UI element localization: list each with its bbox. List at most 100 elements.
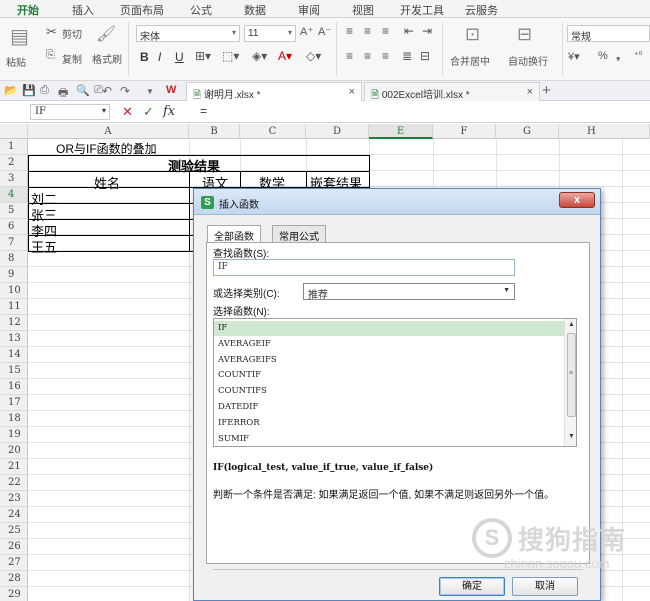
clear-format-icon[interactable]: ◇▾ bbox=[306, 49, 321, 63]
function-list-item[interactable]: IF bbox=[214, 321, 564, 336]
scrollbar-thumb[interactable]: ≡ bbox=[567, 333, 576, 417]
row-header[interactable]: 1 bbox=[0, 139, 28, 155]
justify-icon[interactable]: ≣ bbox=[402, 49, 412, 63]
bold-button[interactable]: B bbox=[140, 50, 149, 64]
function-list-item[interactable]: SUMIF bbox=[214, 432, 564, 446]
tab-developer[interactable]: 开发工具 bbox=[400, 2, 444, 18]
close-button[interactable]: x bbox=[559, 192, 595, 208]
new-tab-icon[interactable]: + bbox=[542, 82, 551, 99]
row-header[interactable]: 29 bbox=[0, 587, 28, 601]
column-header-c[interactable]: C bbox=[240, 124, 306, 139]
close-icon[interactable]: × bbox=[527, 86, 533, 98]
cancel-formula-icon[interactable]: ✕ bbox=[122, 104, 133, 120]
increase-decimal-icon[interactable]: ⁺⁰ bbox=[634, 50, 642, 61]
column-header-f[interactable]: F bbox=[433, 124, 496, 139]
row-header[interactable]: 26 bbox=[0, 539, 28, 555]
copy-icon[interactable]: ⎘ bbox=[46, 49, 55, 62]
merge-center-icon[interactable]: ⊡ bbox=[465, 24, 480, 45]
distributed-icon[interactable]: ⊟ bbox=[420, 49, 430, 63]
function-list-scrollbar[interactable]: ▲ ≡ ▼ bbox=[564, 319, 576, 446]
row-header[interactable]: 9 bbox=[0, 267, 28, 283]
row-header[interactable]: 4 bbox=[0, 187, 28, 203]
row-header[interactable]: 7 bbox=[0, 235, 28, 251]
tab-insert[interactable]: 插入 bbox=[72, 2, 94, 18]
print-preview-icon[interactable]: ⎙ bbox=[40, 84, 49, 97]
align-center-icon[interactable]: ≡ bbox=[364, 49, 371, 63]
font-name-select[interactable]: 宋体 ▾ bbox=[136, 25, 240, 43]
file-tab[interactable]: 🗎 002Excel培训.xlsx * × bbox=[364, 82, 540, 101]
save-icon[interactable]: 💾 bbox=[22, 84, 36, 97]
tab-all-functions[interactable]: 全部函数 bbox=[207, 225, 261, 243]
row-header[interactable]: 27 bbox=[0, 555, 28, 571]
row-header[interactable]: 5 bbox=[0, 203, 28, 219]
row-header[interactable]: 19 bbox=[0, 427, 28, 443]
cut-icon[interactable]: ✂ bbox=[46, 24, 57, 40]
column-header-e[interactable]: E bbox=[369, 124, 433, 139]
row-header[interactable]: 20 bbox=[0, 443, 28, 459]
italic-button[interactable]: I bbox=[158, 50, 161, 64]
select-all-corner[interactable] bbox=[0, 124, 28, 139]
underline-button[interactable]: U bbox=[175, 50, 184, 64]
row-header[interactable]: 3 bbox=[0, 171, 28, 187]
merge-center-button[interactable]: 合并居中 bbox=[450, 53, 490, 68]
align-left-icon[interactable]: ≡ bbox=[346, 49, 353, 63]
currency-icon[interactable]: ¥▾ bbox=[568, 50, 580, 63]
function-list-item[interactable]: AVERAGEIF bbox=[214, 337, 564, 352]
row-header[interactable]: 14 bbox=[0, 347, 28, 363]
name-box[interactable]: IF ▾ bbox=[30, 104, 110, 120]
cell-header-name[interactable]: 姓名 bbox=[94, 173, 120, 192]
function-list[interactable]: IF AVERAGEIF AVERAGEIFS COUNTIF COUNTIFS DATE… bbox=[213, 318, 577, 447]
tab-home[interactable]: 开始 bbox=[13, 2, 43, 22]
undo-icon[interactable]: ↶ bbox=[102, 84, 112, 98]
paste-icon[interactable]: ▤ bbox=[10, 24, 29, 49]
scroll-up-icon[interactable]: ▲ bbox=[568, 321, 575, 328]
align-bottom-icon[interactable]: ≡ bbox=[382, 24, 389, 38]
preview-icon[interactable]: 🔍 bbox=[76, 84, 90, 97]
open-folder-icon[interactable]: 📂 bbox=[4, 84, 18, 97]
search-function-input[interactable]: IF bbox=[213, 259, 515, 276]
customize-dropdown-icon[interactable]: ▼ bbox=[146, 87, 154, 96]
align-middle-icon[interactable]: ≡ bbox=[364, 24, 371, 38]
format-painter-button[interactable]: 格式刷 bbox=[92, 51, 122, 66]
tab-review[interactable]: 审阅 bbox=[298, 2, 320, 18]
column-header-h[interactable]: H bbox=[559, 124, 650, 139]
tab-view[interactable]: 视图 bbox=[352, 2, 374, 18]
row-header[interactable]: 13 bbox=[0, 331, 28, 347]
cell-name[interactable]: 王五 bbox=[31, 237, 57, 256]
row-header[interactable]: 18 bbox=[0, 411, 28, 427]
fill-bucket-icon[interactable]: ◈▾ bbox=[252, 49, 267, 63]
tab-common-formulas[interactable]: 常用公式 bbox=[272, 225, 326, 243]
indent-decrease-icon[interactable]: ⇤ bbox=[404, 24, 414, 38]
shrink-font-icon[interactable]: A⁻ bbox=[318, 25, 331, 38]
row-header[interactable]: 24 bbox=[0, 507, 28, 523]
close-icon[interactable]: × bbox=[349, 86, 355, 98]
scroll-down-icon[interactable]: ▼ bbox=[568, 433, 575, 440]
row-header[interactable]: 28 bbox=[0, 571, 28, 587]
row-header[interactable]: 2 bbox=[0, 155, 28, 171]
cut-button[interactable]: 剪切 bbox=[62, 26, 82, 41]
column-header-g[interactable]: G bbox=[496, 124, 559, 139]
number-format-select[interactable]: 常规 bbox=[567, 25, 650, 43]
function-list-item[interactable]: IFERROR bbox=[214, 416, 564, 431]
align-top-icon[interactable]: ≡ bbox=[346, 24, 353, 38]
percent-button[interactable]: % bbox=[598, 50, 608, 62]
cancel-button[interactable]: 取消 bbox=[512, 577, 578, 596]
row-header[interactable]: 16 bbox=[0, 379, 28, 395]
row-header[interactable]: 25 bbox=[0, 523, 28, 539]
border-icon[interactable]: ⊞▾ bbox=[195, 49, 211, 63]
function-list-item[interactable]: AVERAGEIFS bbox=[214, 353, 564, 368]
copy-button[interactable]: 复制 bbox=[62, 51, 82, 66]
align-right-icon[interactable]: ≡ bbox=[382, 49, 389, 63]
wrap-text-button[interactable]: 自动换行 bbox=[508, 53, 548, 68]
row-header[interactable]: 21 bbox=[0, 459, 28, 475]
format-painter-icon[interactable]: 🖌 bbox=[96, 24, 116, 44]
row-header[interactable]: 8 bbox=[0, 251, 28, 267]
font-color-icon[interactable]: A▾ bbox=[278, 49, 292, 63]
row-header[interactable]: 17 bbox=[0, 395, 28, 411]
insert-function-button[interactable]: fx bbox=[163, 104, 175, 119]
row-header[interactable]: 12 bbox=[0, 315, 28, 331]
formula-input[interactable]: = bbox=[200, 104, 207, 118]
row-header[interactable]: 6 bbox=[0, 219, 28, 235]
redo-icon[interactable]: ↷ bbox=[120, 84, 130, 98]
function-list-item[interactable]: COUNTIFS bbox=[214, 384, 564, 399]
